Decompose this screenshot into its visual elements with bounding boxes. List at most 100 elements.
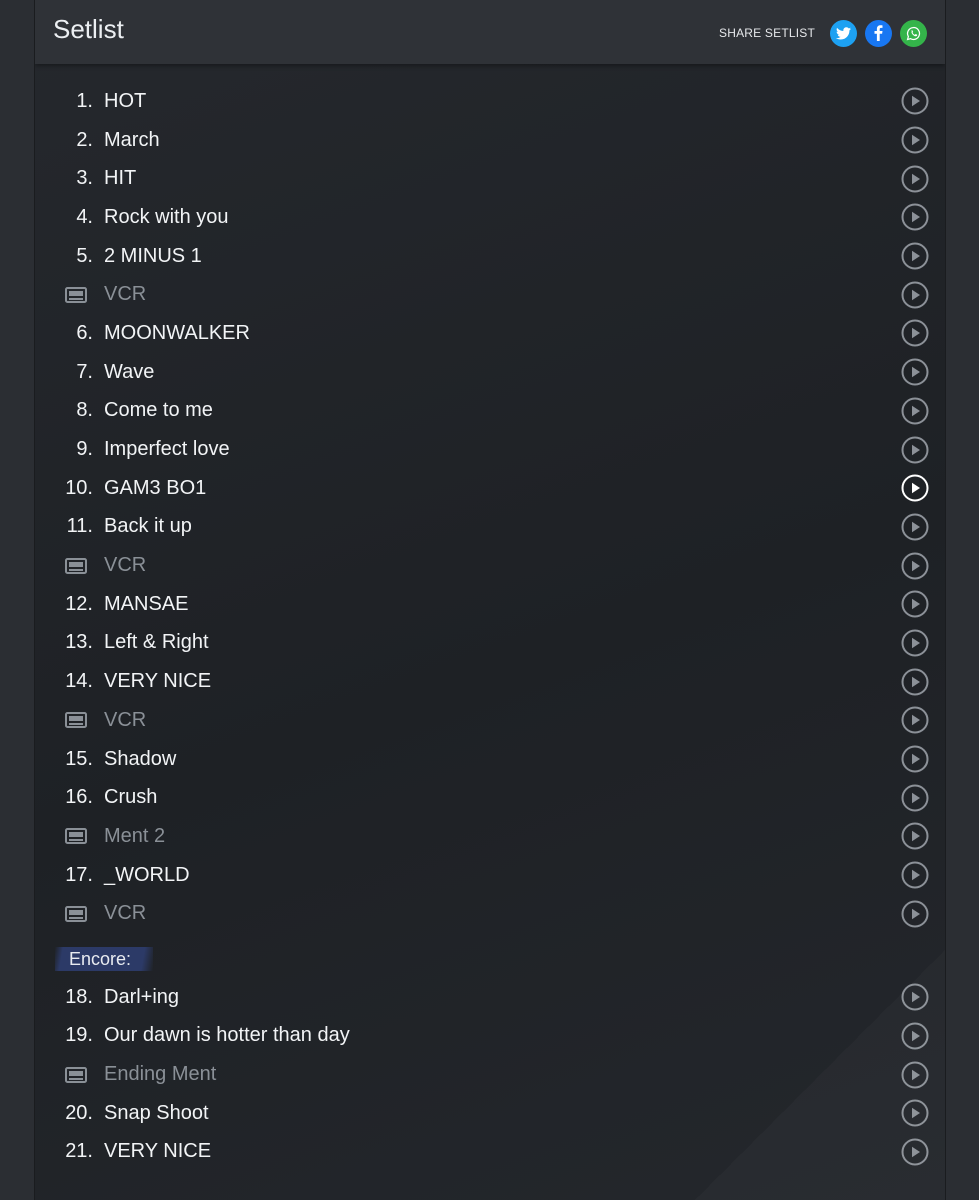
play-icon[interactable]	[901, 319, 929, 347]
cassette-icon	[65, 557, 87, 574]
song-title[interactable]: Ending Ment	[104, 1063, 216, 1086]
song-title[interactable]: VCR	[104, 902, 146, 925]
song-title[interactable]: Wave	[104, 361, 154, 384]
song-title[interactable]: VCR	[104, 709, 146, 732]
play-icon[interactable]	[901, 203, 929, 231]
song-number: 7.	[76, 360, 93, 383]
song-title[interactable]: Shadow	[104, 748, 176, 771]
setlist-song-row: 4. Rock with you	[35, 198, 945, 237]
song-number: 11.	[66, 515, 93, 538]
song-number: 10.	[65, 476, 93, 499]
play-icon[interactable]	[901, 629, 929, 657]
song-title[interactable]: 2 MINUS 1	[104, 245, 202, 268]
song-title[interactable]: MOONWALKER	[104, 322, 250, 345]
song-title[interactable]: HIT	[104, 167, 136, 190]
song-title[interactable]: VERY NICE	[104, 1140, 211, 1163]
encore-row: Encore:	[35, 939, 945, 978]
play-icon[interactable]	[901, 706, 929, 734]
play-icon[interactable]	[901, 474, 929, 502]
encore-label: Encore:	[55, 947, 154, 972]
setlist-song-row: 5. 2 MINUS 1	[35, 237, 945, 276]
play-icon[interactable]	[901, 822, 929, 850]
facebook-share-button[interactable]	[865, 19, 892, 47]
song-title[interactable]: HOT	[104, 90, 146, 113]
song-title[interactable]: Crush	[104, 786, 157, 809]
setlist-song-row: 6. MOONWALKER	[35, 314, 945, 353]
song-title[interactable]: VCR	[104, 283, 146, 306]
play-icon[interactable]	[901, 358, 929, 386]
setlist-interlude-row: Ment 2	[35, 817, 945, 856]
song-title[interactable]: VCR	[104, 554, 146, 577]
play-icon[interactable]	[901, 436, 929, 464]
song-title[interactable]: _WORLD	[104, 864, 190, 887]
song-title[interactable]: Imperfect love	[104, 438, 230, 461]
page-title: Setlist	[53, 14, 124, 44]
song-title[interactable]: VERY NICE	[104, 670, 211, 693]
play-icon[interactable]	[901, 126, 929, 154]
song-title[interactable]: Come to me	[104, 399, 213, 422]
play-icon[interactable]	[901, 1138, 929, 1166]
cassette-icon	[65, 905, 87, 922]
setlist-interlude-row: Ending Ment	[35, 1055, 945, 1094]
setlist-song-row: 16. Crush	[35, 778, 945, 817]
setlist-song-row: 8. Come to me	[35, 392, 945, 431]
cassette-icon	[65, 1066, 87, 1083]
play-icon[interactable]	[901, 900, 929, 928]
cassette-icon	[65, 712, 87, 729]
setlist-song-row: 17. _WORLD	[35, 856, 945, 895]
play-icon[interactable]	[901, 590, 929, 618]
play-icon[interactable]	[901, 87, 929, 115]
play-icon[interactable]	[901, 784, 929, 812]
play-icon[interactable]	[901, 983, 929, 1011]
setlist-song-row: 1. HOT	[35, 82, 945, 121]
play-icon[interactable]	[901, 397, 929, 425]
play-icon[interactable]	[901, 242, 929, 270]
cassette-icon	[65, 286, 87, 303]
song-title[interactable]: MANSAE	[104, 593, 188, 616]
song-number: 8.	[76, 399, 93, 422]
play-icon[interactable]	[901, 165, 929, 193]
play-icon[interactable]	[901, 1061, 929, 1089]
song-title[interactable]: Snap Shoot	[104, 1102, 209, 1125]
play-icon[interactable]	[901, 1022, 929, 1050]
setlist: 1. HOT 2. March 3. HIT 4. Rock with you 5. 2 MINU…	[35, 82, 945, 1171]
setlist-header: Setlist SHARE SETLIST	[35, 0, 945, 64]
song-title[interactable]: Darl+ing	[104, 986, 179, 1009]
song-number: 1.	[76, 89, 93, 112]
song-number: 5.	[76, 244, 93, 267]
setlist-song-row: 19. Our dawn is hotter than day	[35, 1017, 945, 1056]
song-number: 9.	[76, 438, 93, 461]
song-title[interactable]: Ment 2	[104, 825, 165, 848]
song-number: 20.	[65, 1101, 93, 1124]
song-number: 13.	[65, 631, 93, 654]
setlist-song-row: 11. Back it up	[35, 508, 945, 547]
play-icon[interactable]	[901, 1099, 929, 1127]
play-icon[interactable]	[901, 861, 929, 889]
song-title[interactable]: March	[104, 129, 160, 152]
song-number: 2.	[76, 128, 93, 151]
page: Setlist SHARE SETLIST 1. HOT 2. March 3.…	[0, 0, 979, 1200]
setlist-song-row: 9. Imperfect love	[35, 430, 945, 469]
song-title[interactable]: Rock with you	[104, 206, 229, 229]
song-number: 14.	[65, 670, 93, 693]
song-title[interactable]: GAM3 BO1	[104, 477, 206, 500]
setlist-song-row: 14. VERY NICE	[35, 662, 945, 701]
play-icon[interactable]	[901, 513, 929, 541]
setlist-song-row: 20. Snap Shoot	[35, 1094, 945, 1133]
setlist-song-row: 15. Shadow	[35, 740, 945, 779]
play-icon[interactable]	[901, 281, 929, 309]
whatsapp-share-button[interactable]	[900, 19, 927, 47]
setlist-interlude-row: VCR	[35, 894, 945, 933]
setlist-song-row: 10. GAM3 BO1	[35, 469, 945, 508]
twitter-icon	[836, 26, 851, 39]
song-title[interactable]: Left & Right	[104, 631, 209, 654]
setlist-song-row: 18. Darl+ing	[35, 978, 945, 1017]
play-icon[interactable]	[901, 552, 929, 580]
twitter-share-button[interactable]	[830, 19, 857, 47]
play-icon[interactable]	[901, 668, 929, 696]
play-icon[interactable]	[901, 745, 929, 773]
song-number: 21.	[65, 1140, 93, 1163]
song-title[interactable]: Our dawn is hotter than day	[104, 1024, 350, 1047]
song-title[interactable]: Back it up	[104, 515, 192, 538]
setlist-song-row: 21. VERY NICE	[35, 1133, 945, 1172]
